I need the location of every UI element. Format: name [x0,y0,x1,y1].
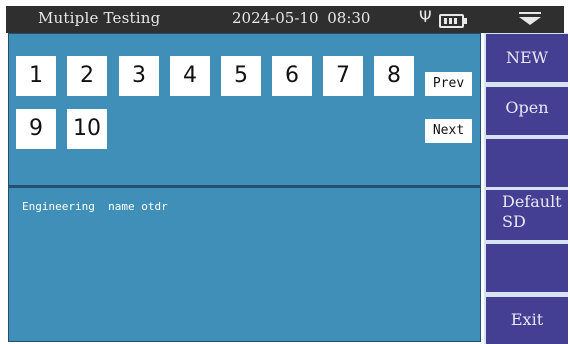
window-title: Mutiple Testing [38,9,161,27]
sidebar: NEW Open Default SD Exit [484,33,568,344]
file-button-6[interactable]: 6 [272,56,312,96]
battery-icon [439,14,467,28]
file-button-8[interactable]: 8 [374,56,414,96]
file-button-7[interactable]: 7 [323,56,363,96]
exit-button[interactable]: Exit [486,297,568,344]
status-bar: Mutiple Testing 2024-05-10 08:30 Ψ [6,6,564,33]
file-button-9[interactable]: 9 [16,109,56,149]
engineering-name-label: Engineering name otdr [22,200,168,213]
empty-button-2[interactable] [486,244,568,292]
file-button-3[interactable]: 3 [119,56,159,96]
default-sd-button[interactable]: Default SD [486,190,568,240]
empty-button-1[interactable] [486,139,568,187]
file-button-2[interactable]: 2 [67,56,107,96]
date-time: 2024-05-10 08:30 [232,9,371,27]
file-button-4[interactable]: 4 [170,56,210,96]
usb-icon: Ψ [419,7,432,26]
default-sd-label-line1: Default [502,192,562,211]
new-button-label: NEW [505,48,549,67]
default-sd-label-line2: SD [502,212,526,231]
open-button-label: Open [505,98,549,117]
next-page-button[interactable]: Next [425,119,472,143]
file-button-10[interactable]: 10 [67,109,107,149]
exit-button-label: Exit [510,310,544,329]
file-button-5[interactable]: 5 [221,56,261,96]
file-button-1[interactable]: 1 [16,56,56,96]
open-button[interactable]: Open [486,87,568,135]
prev-page-button[interactable]: Prev [425,72,472,96]
new-button[interactable]: NEW [486,34,568,82]
menu-dropdown-icon[interactable] [519,12,541,25]
